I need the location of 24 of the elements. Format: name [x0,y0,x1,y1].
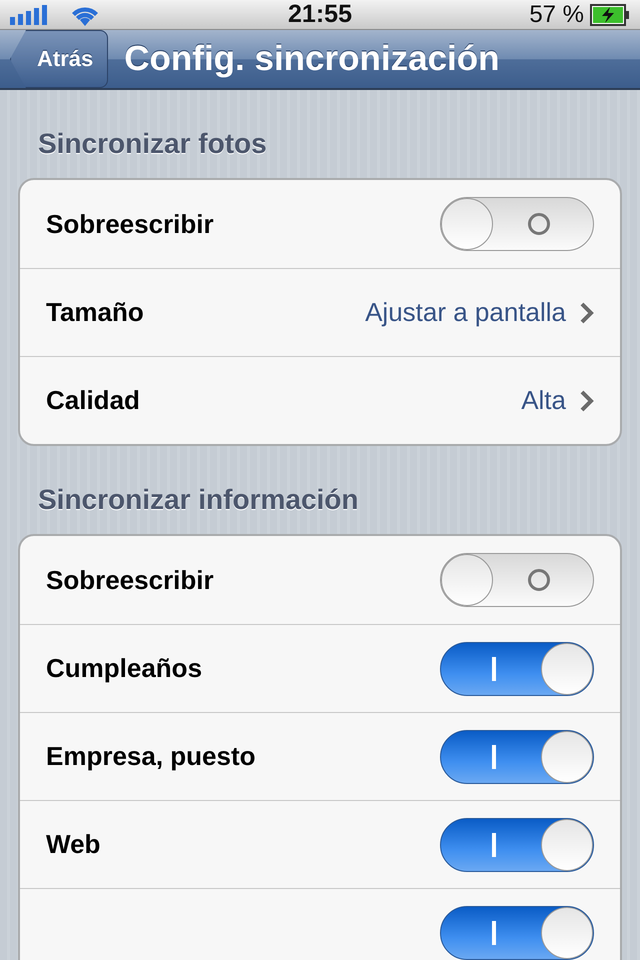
toggle-switch[interactable] [440,553,594,607]
row-label: Empresa, puesto [46,741,257,772]
row-value: Alta [521,385,566,416]
chevron-icon [580,302,594,324]
section-header: Sincronizar información [37,483,360,517]
toggle-switch[interactable] [440,730,594,784]
toggle-switch[interactable] [440,906,594,960]
back-button[interactable]: Atrás [10,30,108,88]
toggle-switch[interactable] [440,197,594,251]
toggle-switch[interactable] [440,818,594,872]
signal-icon [10,4,48,24]
battery-percentage: 57 % [529,0,584,28]
clock-time: 21:55 [288,0,352,29]
section-header: Sincronizar fotos [37,127,268,161]
row-label: Sobreescribir [46,208,215,240]
row-label: Web [46,829,102,860]
screen-title: Config. sincronización [124,39,500,79]
toggle-switch[interactable] [440,642,594,696]
row-label: Calidad [46,385,141,416]
chevron-icon [580,390,594,412]
row-label: Cumpleaños [46,653,204,684]
row-label: Tamaño [46,297,145,328]
row-label: Sobreescribir [46,564,215,596]
row-value: Ajustar a pantalla [365,297,566,328]
